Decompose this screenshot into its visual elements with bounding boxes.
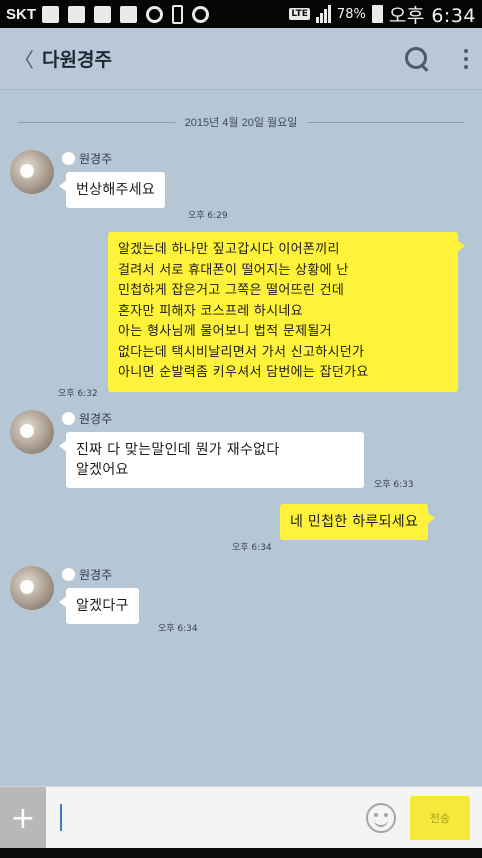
header-actions: [404, 46, 468, 72]
contact-notification-icon: [68, 5, 85, 23]
search-icon[interactable]: [404, 46, 430, 72]
notification-icons: [42, 4, 209, 24]
text-cursor: [60, 804, 62, 831]
message-time: 오후 6:34: [232, 543, 272, 553]
message-time: 오후 6:34: [158, 624, 198, 634]
avatar[interactable]: [10, 150, 54, 194]
avatar[interactable]: [10, 410, 54, 454]
message-input[interactable]: [54, 797, 404, 839]
date-separator: 2015년 4월 20일 월요일: [18, 112, 464, 132]
chat-header: 〈 다원경주: [0, 28, 482, 90]
headset-icon: [146, 5, 163, 23]
sender-name: 원경주: [62, 150, 112, 167]
chat-title: 다원경주: [42, 50, 112, 71]
message-bubble-outgoing[interactable]: 네 민첩한 하루되세요: [280, 504, 436, 540]
message-bubble-outgoing[interactable]: 알겠는데 하나만 짚고갑시다 이어폰끼리 걸려서 서로 휴대폰이 떨어지는 상황…: [108, 232, 465, 392]
sender-name: 원경주: [62, 566, 112, 583]
battery-percent: 78%: [336, 6, 366, 22]
signal-icon: [315, 5, 331, 23]
message-notification-icon: [42, 5, 59, 23]
date-label: 2015년 4월 20일 월요일: [184, 117, 298, 129]
facebook-icon: [94, 5, 111, 23]
battery-icon: [371, 5, 383, 23]
back-button[interactable]: 〈: [14, 44, 34, 73]
more-vertical-icon[interactable]: [464, 48, 468, 69]
emoji-icon[interactable]: [366, 803, 396, 833]
attach-button[interactable]: +: [0, 787, 46, 849]
status-time: 오후 6:34: [388, 4, 476, 27]
message-time: 오후 6:29: [188, 211, 228, 221]
status-right: LTE 78% 오후 6:34: [289, 1, 476, 28]
status-bar: SKT LTE 78% 오후 6:34: [0, 0, 482, 28]
carrier-label: SKT: [6, 5, 36, 23]
avatar[interactable]: [10, 566, 54, 610]
lte-icon: LTE: [289, 8, 310, 20]
message-bubble-incoming[interactable]: 진짜 다 맞는말인데 뭔가 재수없다 알겠어요: [59, 432, 364, 488]
message-bubble-incoming[interactable]: 알겠다구: [59, 588, 139, 624]
message-input-bar: + 전송: [0, 786, 482, 849]
phone-icon: [172, 4, 183, 24]
user-add-icon: [120, 5, 137, 23]
alarm-icon: [192, 5, 209, 23]
chat-area[interactable]: 2015년 4월 20일 월요일 원경주 번상해주세요 오후 6:29 알겠는데…: [0, 90, 482, 786]
sender-name: 원경주: [62, 410, 112, 427]
message-time: 오후 6:32: [58, 389, 98, 399]
send-button[interactable]: 전송: [410, 796, 470, 840]
message-time: 오후 6:33: [374, 480, 414, 490]
message-bubble-incoming[interactable]: 번상해주세요: [58, 172, 166, 208]
bottom-edge: [0, 848, 482, 858]
